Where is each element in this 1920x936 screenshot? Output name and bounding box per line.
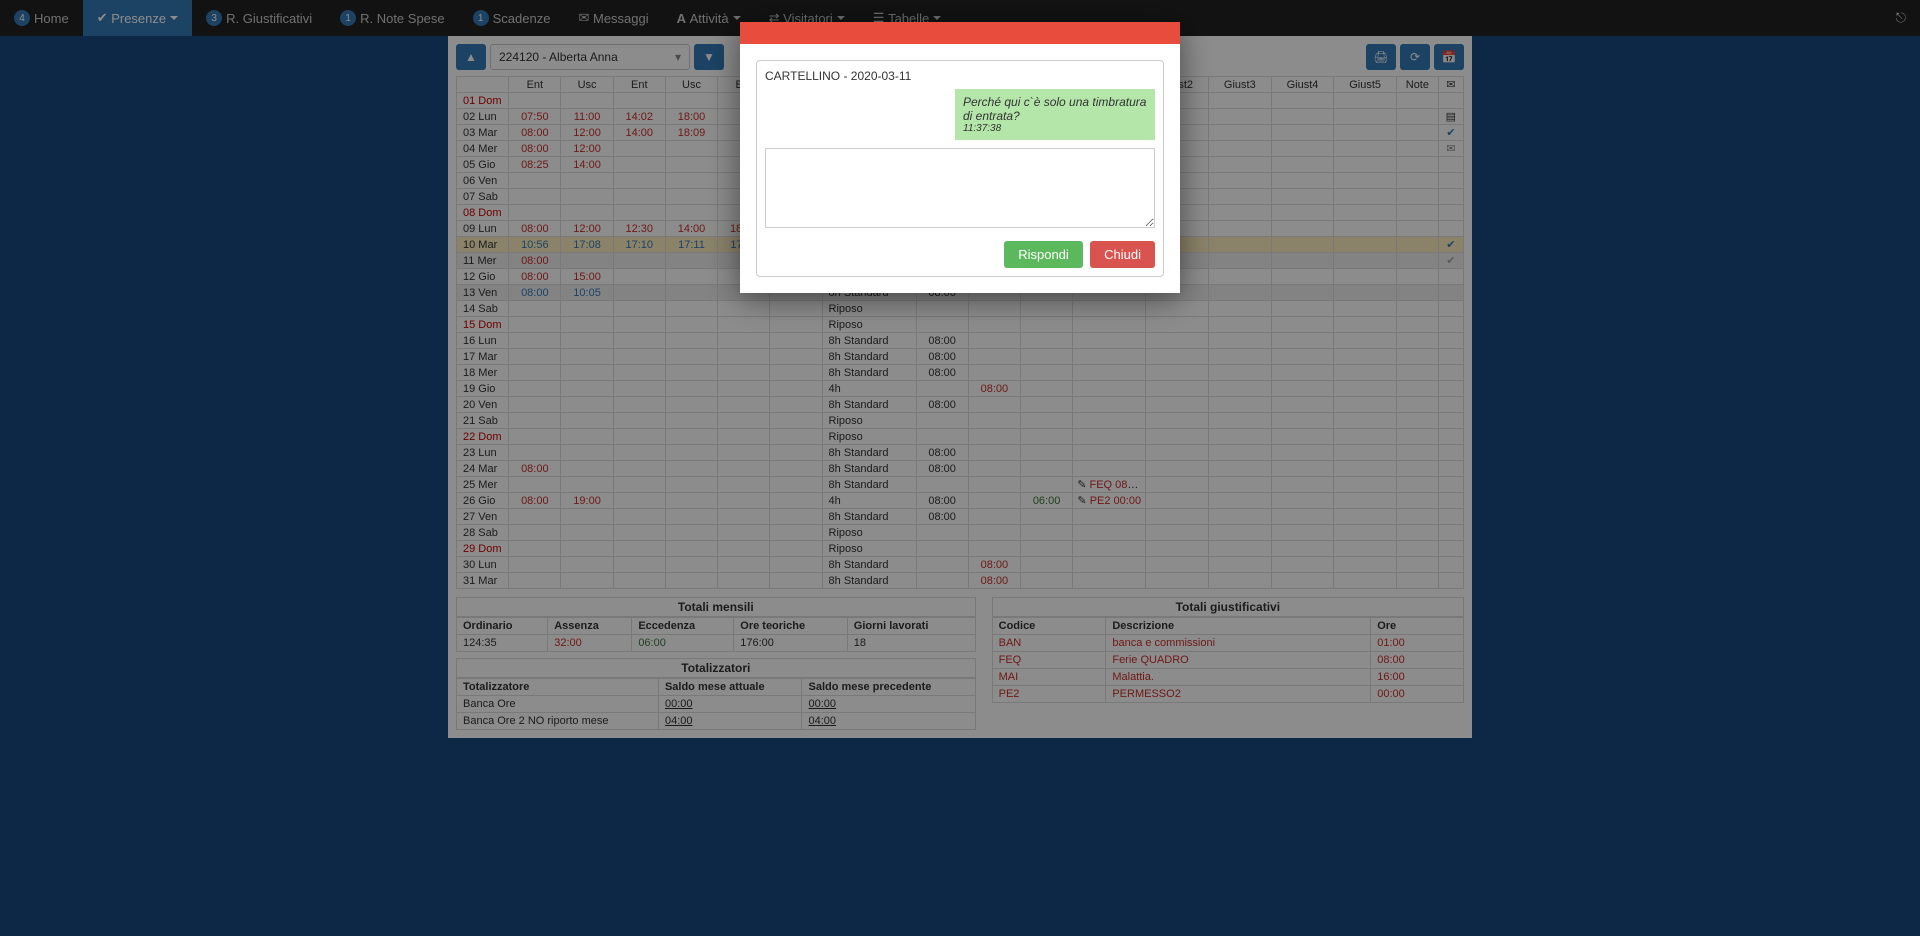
modal-message-text: Perché qui c`è solo una timbratura di en… <box>963 95 1147 123</box>
modal-message: Perché qui c`è solo una timbratura di en… <box>955 89 1155 140</box>
modal-message-timestamp: 11:37:38 <box>963 123 1147 134</box>
rispondi-button[interactable]: Rispondi <box>1004 241 1083 268</box>
reply-textarea[interactable] <box>765 148 1155 228</box>
modal-overlay[interactable]: CARTELLINO - 2020-03-11 Perché qui c`è s… <box>0 0 1920 936</box>
modal-dialog: CARTELLINO - 2020-03-11 Perché qui c`è s… <box>740 22 1180 293</box>
modal-header <box>740 22 1180 44</box>
modal-title: CARTELLINO - 2020-03-11 <box>765 69 1155 83</box>
modal-card: CARTELLINO - 2020-03-11 Perché qui c`è s… <box>756 60 1164 277</box>
chiudi-button[interactable]: Chiudi <box>1090 241 1155 268</box>
